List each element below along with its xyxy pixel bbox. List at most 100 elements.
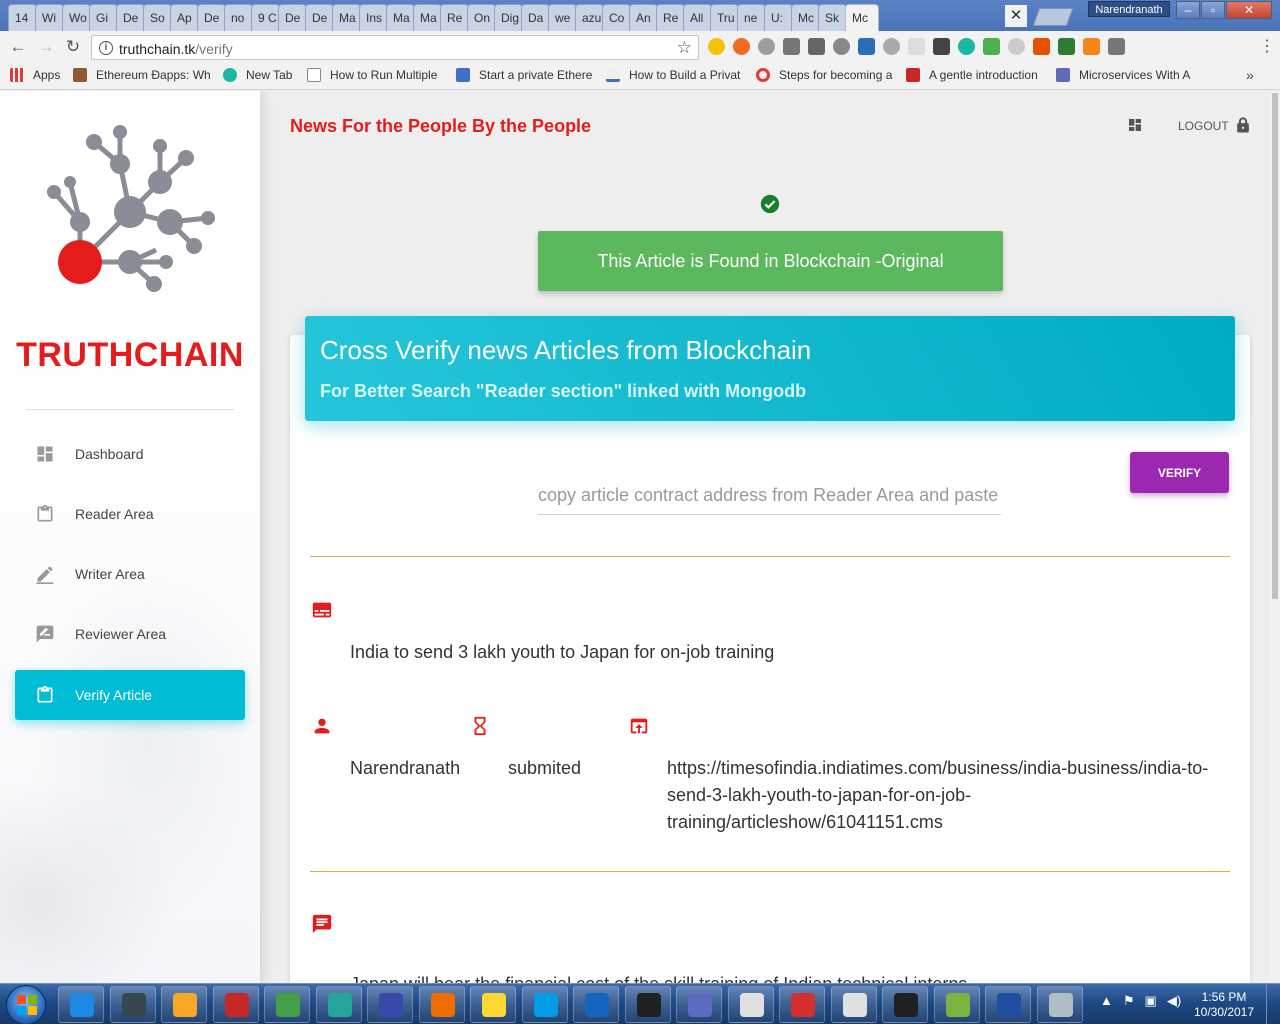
flag-icon[interactable]: ⚑: [1123, 993, 1135, 1009]
browser-tab[interactable]: De: [116, 4, 145, 31]
bookmark-item[interactable]: Microservices With A: [1056, 68, 1190, 82]
close-tab-icon[interactable]: ✕: [1005, 5, 1027, 27]
history-icon[interactable]: [758, 38, 775, 55]
article-url-line[interactable]: send-3-lakh-youth-to-japan-for-on-job-: [667, 782, 971, 809]
extension-icon[interactable]: [1008, 38, 1025, 55]
browser-tab[interactable]: On: [467, 4, 496, 31]
screen-capture-icon[interactable]: [933, 38, 950, 55]
reload-icon[interactable]: ↻: [63, 37, 83, 57]
browser-tab[interactable]: Gi: [89, 4, 118, 31]
browser-tab[interactable]: De: [197, 4, 226, 31]
network-icon[interactable]: ▣: [1145, 993, 1157, 1009]
browser-tab[interactable]: 14: [8, 4, 37, 31]
extension-icon[interactable]: [858, 38, 875, 55]
taskbar-app-button[interactable]: [573, 986, 619, 1023]
browser-tab[interactable]: we: [548, 4, 577, 31]
search-icon[interactable]: [883, 38, 900, 55]
verify-button[interactable]: VERIFY: [1130, 452, 1229, 493]
extension-icon[interactable]: [708, 38, 725, 55]
browser-tab[interactable]: 9 C: [251, 4, 280, 31]
browser-tab[interactable]: Ap: [170, 4, 199, 31]
bookmark-item[interactable]: Ethereum Ðapps: Wh: [73, 68, 211, 82]
taskbar-app-button[interactable]: [882, 986, 928, 1023]
browser-tab[interactable]: U:: [764, 4, 793, 31]
bookmark-star-icon[interactable]: ☆: [677, 38, 692, 58]
back-icon[interactable]: ←: [8, 37, 28, 57]
taskbar-app-button[interactable]: [624, 986, 671, 1023]
taskbar-app-button[interactable]: [418, 986, 465, 1023]
bookmark-item[interactable]: How to Run Multiple: [307, 68, 437, 82]
start-button[interactable]: [6, 985, 46, 1024]
taskbar-app-button[interactable]: [315, 986, 362, 1023]
browser-tab[interactable]: Ma: [413, 4, 442, 31]
show-desktop-button[interactable]: [1266, 984, 1280, 1024]
m-circle-icon[interactable]: [958, 38, 975, 55]
extension-icon[interactable]: [808, 38, 825, 55]
cors-icon[interactable]: [1058, 38, 1075, 55]
browser-tab[interactable]: Mc: [791, 4, 820, 31]
sidebar-item-reader-area[interactable]: Reader Area: [15, 489, 245, 539]
minimize-button[interactable]: –: [1176, 1, 1200, 19]
tray-expand-icon[interactable]: ▲: [1100, 993, 1113, 1009]
browser-tab[interactable]: Ma: [386, 4, 415, 31]
article-url-line[interactable]: https://timesofindia.indiatimes.com/busi…: [667, 755, 1208, 782]
window-close-button[interactable]: ✕: [1226, 1, 1272, 19]
metamask-icon[interactable]: [1083, 38, 1100, 55]
bookmark-apps[interactable]: Apps: [10, 68, 60, 82]
article-url-line[interactable]: training/articleshow/61041151.cms: [667, 809, 943, 836]
browser-tab[interactable]: Ins: [359, 4, 388, 31]
sidebar-item-verify-article[interactable]: Verify Article: [15, 670, 245, 720]
profile-name[interactable]: Narendranath: [1088, 1, 1170, 17]
taskbar-app-button[interactable]: [933, 986, 980, 1023]
taskbar-app-button[interactable]: [521, 986, 568, 1023]
bookmark-item[interactable]: New Tab: [223, 68, 292, 82]
info-icon[interactable]: i: [99, 41, 113, 55]
browser-tab[interactable]: Da: [521, 4, 550, 31]
bookmark-item[interactable]: How to Build a Privat: [606, 68, 740, 82]
browser-tab[interactable]: azu: [575, 4, 604, 31]
sidebar-item-writer-area[interactable]: Writer Area: [15, 549, 245, 599]
browser-tab[interactable]: All: [683, 4, 712, 31]
taskbar-app-button[interactable]: [109, 986, 156, 1023]
browser-tab[interactable]: Co: [602, 4, 631, 31]
browser-tab[interactable]: Wo: [62, 4, 91, 31]
logout-button[interactable]: LOGOUT: [1178, 117, 1250, 134]
browser-tab[interactable]: De: [278, 4, 307, 31]
gear-icon[interactable]: [833, 38, 850, 55]
taskbar-app-button[interactable]: [367, 986, 413, 1023]
browser-tab[interactable]: Ma: [332, 4, 361, 31]
browser-tab[interactable]: Mc: [845, 4, 879, 31]
browser-tab[interactable]: Re: [656, 4, 685, 31]
scrollbar-thumb[interactable]: [1272, 93, 1278, 599]
jx-icon[interactable]: [1033, 38, 1050, 55]
taskbar-app-button[interactable]: [779, 986, 825, 1023]
extension-icon[interactable]: [983, 38, 1000, 55]
bookmark-item[interactable]: Start a private Ethere: [456, 68, 592, 82]
contract-address-input[interactable]: [538, 476, 1001, 515]
bookmark-item[interactable]: A gentle introduction: [906, 68, 1038, 82]
brand-name[interactable]: TRUTHCHAIN: [0, 336, 260, 375]
sidebar-item-reviewer-area[interactable]: Reviewer Area: [15, 609, 245, 659]
address-bar[interactable]: i truthchain.tk/verify ☆: [91, 35, 699, 60]
browser-tab[interactable]: Tru: [710, 4, 739, 31]
browser-tab[interactable]: De: [305, 4, 334, 31]
taskbar-app-button[interactable]: [1036, 986, 1083, 1023]
taskbar-app-button[interactable]: [264, 986, 310, 1023]
taskbar-app-button[interactable]: [161, 986, 207, 1023]
browser-tab[interactable]: Sk: [818, 4, 847, 31]
system-clock[interactable]: 1:56 PM 10/30/2017: [1192, 990, 1256, 1020]
maximize-button[interactable]: ▫: [1201, 1, 1225, 19]
eyedropper-icon[interactable]: [1108, 38, 1125, 55]
browser-tab[interactable]: Wi: [35, 4, 64, 31]
bookmark-item[interactable]: Steps for becoming a: [756, 68, 892, 82]
taskbar-app-button[interactable]: [727, 986, 774, 1023]
url-text[interactable]: truthchain.tk/verify: [119, 41, 233, 57]
taskbar-app-button[interactable]: [58, 986, 104, 1023]
browser-tab[interactable]: Re: [440, 4, 469, 31]
new-tab-button[interactable]: [1032, 8, 1074, 26]
extension-icon[interactable]: [733, 38, 750, 55]
browser-tab[interactable]: Dig: [494, 4, 523, 31]
volume-icon[interactable]: ◀): [1167, 993, 1181, 1009]
taskbar-app-button[interactable]: [985, 986, 1031, 1023]
browser-tab[interactable]: An: [629, 4, 658, 31]
